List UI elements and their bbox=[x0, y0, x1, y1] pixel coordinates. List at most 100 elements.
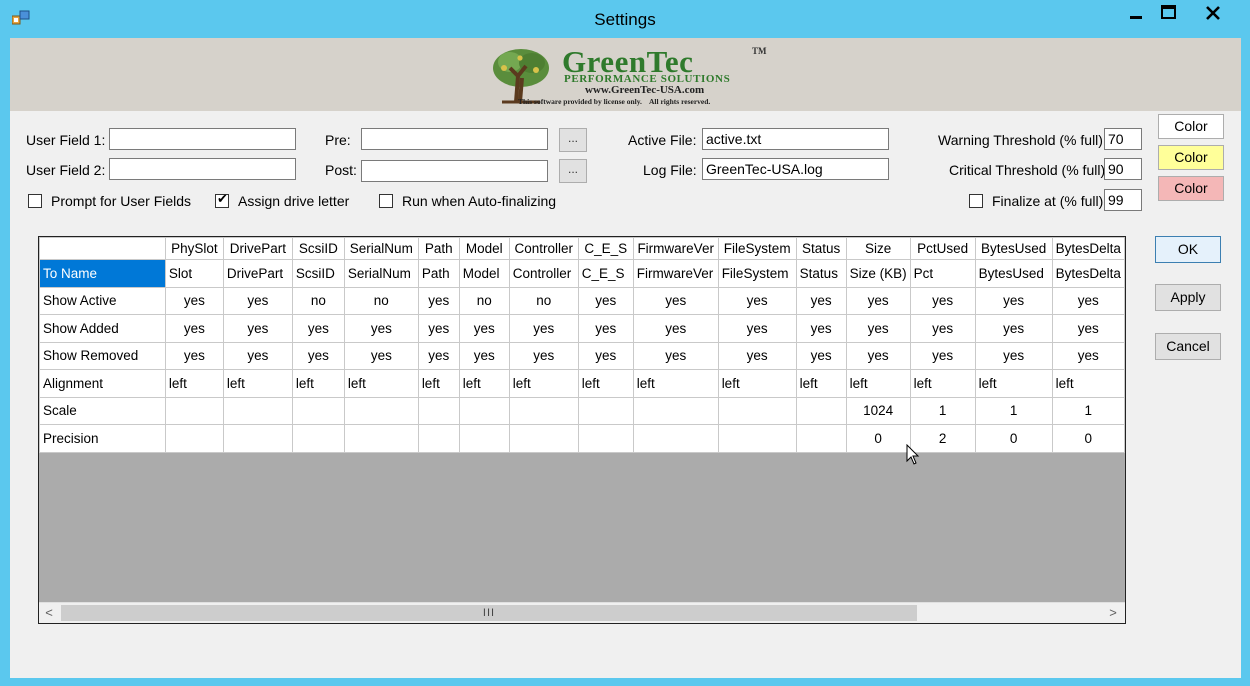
table-cell[interactable]: yes bbox=[508, 314, 579, 343]
maximize-button[interactable] bbox=[1154, 0, 1184, 26]
table-cell[interactable] bbox=[291, 396, 345, 425]
table-cell[interactable] bbox=[458, 424, 510, 453]
table-cell[interactable]: yes bbox=[1051, 286, 1125, 315]
table-cell[interactable]: yes bbox=[632, 286, 719, 315]
table-cell[interactable]: 1024 bbox=[845, 396, 911, 425]
table-cell[interactable]: Path bbox=[417, 259, 460, 288]
table-cell[interactable]: 0 bbox=[974, 424, 1053, 453]
table-cell[interactable]: yes bbox=[909, 286, 976, 315]
table-cell[interactable]: yes bbox=[343, 341, 419, 370]
column-header[interactable]: FirmwareVer bbox=[632, 237, 719, 260]
apply-button[interactable]: Apply bbox=[1155, 284, 1221, 311]
table-cell[interactable]: yes bbox=[577, 286, 634, 315]
table-cell[interactable] bbox=[577, 396, 634, 425]
table-cell[interactable]: Pct bbox=[909, 259, 976, 288]
column-header[interactable]: Model bbox=[458, 237, 510, 260]
row-header[interactable]: Show Added bbox=[39, 314, 166, 343]
table-cell[interactable]: BytesDelta bbox=[1051, 259, 1125, 288]
table-cell[interactable]: ScsiID bbox=[291, 259, 345, 288]
column-header[interactable]: DrivePart bbox=[222, 237, 293, 260]
table-cell[interactable]: DrivePart bbox=[222, 259, 293, 288]
table-cell[interactable]: yes bbox=[632, 314, 719, 343]
table-cell[interactable] bbox=[164, 424, 224, 453]
table-cell[interactable] bbox=[222, 396, 293, 425]
table-cell[interactable] bbox=[717, 424, 797, 453]
table-cell[interactable]: yes bbox=[795, 286, 847, 315]
table-cell[interactable]: left bbox=[717, 369, 797, 398]
table-cell[interactable]: yes bbox=[458, 314, 510, 343]
column-header[interactable]: BytesUsed bbox=[974, 237, 1053, 260]
table-cell[interactable]: left bbox=[795, 369, 847, 398]
row-header[interactable]: To Name bbox=[39, 259, 166, 288]
column-header[interactable]: Size bbox=[845, 237, 911, 260]
table-cell[interactable]: yes bbox=[845, 314, 911, 343]
run-auto-finalizing-checkbox[interactable] bbox=[379, 194, 393, 208]
close-button[interactable] bbox=[1184, 0, 1242, 26]
table-cell[interactable]: left bbox=[632, 369, 719, 398]
column-header[interactable]: Status bbox=[795, 237, 847, 260]
table-cell[interactable] bbox=[508, 424, 579, 453]
table-cell[interactable]: yes bbox=[417, 286, 460, 315]
table-cell[interactable]: Size (KB) bbox=[845, 259, 911, 288]
table-cell[interactable] bbox=[632, 424, 719, 453]
column-header[interactable]: PctUsed bbox=[909, 237, 976, 260]
table-cell[interactable]: left bbox=[909, 369, 976, 398]
table-cell[interactable]: SerialNum bbox=[343, 259, 419, 288]
finalize-color-button[interactable]: Color bbox=[1158, 176, 1224, 201]
table-cell[interactable]: yes bbox=[909, 341, 976, 370]
table-cell[interactable]: yes bbox=[795, 341, 847, 370]
table-cell[interactable]: yes bbox=[717, 314, 797, 343]
table-cell[interactable]: yes bbox=[717, 286, 797, 315]
column-header[interactable]: Controller bbox=[508, 237, 579, 260]
table-cell[interactable] bbox=[577, 424, 634, 453]
column-header[interactable]: ScsiID bbox=[291, 237, 345, 260]
scroll-left-icon[interactable]: < bbox=[39, 603, 59, 623]
table-cell[interactable]: yes bbox=[974, 286, 1053, 315]
table-cell[interactable]: left bbox=[845, 369, 911, 398]
table-cell[interactable]: Slot bbox=[164, 259, 224, 288]
table-cell[interactable]: 1 bbox=[1051, 396, 1125, 425]
table-cell[interactable]: yes bbox=[417, 341, 460, 370]
table-cell[interactable]: left bbox=[343, 369, 419, 398]
column-header[interactable]: PhySlot bbox=[164, 237, 224, 260]
prompt-user-fields-checkbox[interactable] bbox=[28, 194, 42, 208]
table-cell[interactable]: yes bbox=[795, 314, 847, 343]
table-cell[interactable]: yes bbox=[1051, 314, 1125, 343]
table-cell[interactable]: yes bbox=[845, 286, 911, 315]
assign-drive-letter-checkbox[interactable]: ✔ bbox=[215, 192, 229, 208]
table-cell[interactable]: left bbox=[291, 369, 345, 398]
table-cell[interactable]: left bbox=[222, 369, 293, 398]
user-field-2-input[interactable] bbox=[109, 158, 296, 180]
pre-browse-button[interactable]: ... bbox=[559, 128, 587, 152]
table-cell[interactable]: Model bbox=[458, 259, 510, 288]
row-header[interactable]: Show Removed bbox=[39, 341, 166, 370]
table-cell[interactable]: no bbox=[458, 286, 510, 315]
table-cell[interactable] bbox=[508, 396, 579, 425]
table-cell[interactable]: FileSystem bbox=[717, 259, 797, 288]
column-header[interactable]: BytesDelta bbox=[1051, 237, 1125, 260]
table-cell[interactable]: left bbox=[577, 369, 634, 398]
warning-threshold-input[interactable] bbox=[1104, 128, 1142, 150]
table-cell[interactable] bbox=[222, 424, 293, 453]
table-cell[interactable]: 1 bbox=[909, 396, 976, 425]
table-cell[interactable]: no bbox=[508, 286, 579, 315]
critical-threshold-input[interactable] bbox=[1104, 158, 1142, 180]
table-cell[interactable] bbox=[343, 424, 419, 453]
grid-corner-cell[interactable] bbox=[39, 237, 166, 260]
table-cell[interactable] bbox=[291, 424, 345, 453]
row-header[interactable]: Scale bbox=[39, 396, 166, 425]
table-cell[interactable] bbox=[343, 396, 419, 425]
table-cell[interactable]: left bbox=[164, 369, 224, 398]
table-cell[interactable]: yes bbox=[222, 314, 293, 343]
warning-color-button[interactable]: Color bbox=[1158, 114, 1224, 139]
pre-input[interactable] bbox=[361, 128, 548, 150]
table-cell[interactable]: yes bbox=[164, 341, 224, 370]
row-header[interactable]: Alignment bbox=[39, 369, 166, 398]
minimize-button[interactable] bbox=[1120, 0, 1154, 26]
table-cell[interactable]: 1 bbox=[974, 396, 1053, 425]
critical-color-button[interactable]: Color bbox=[1158, 145, 1224, 170]
column-header[interactable]: C_E_S bbox=[577, 237, 634, 260]
scroll-right-icon[interactable]: > bbox=[1103, 603, 1123, 623]
table-cell[interactable] bbox=[417, 396, 460, 425]
table-cell[interactable] bbox=[417, 424, 460, 453]
